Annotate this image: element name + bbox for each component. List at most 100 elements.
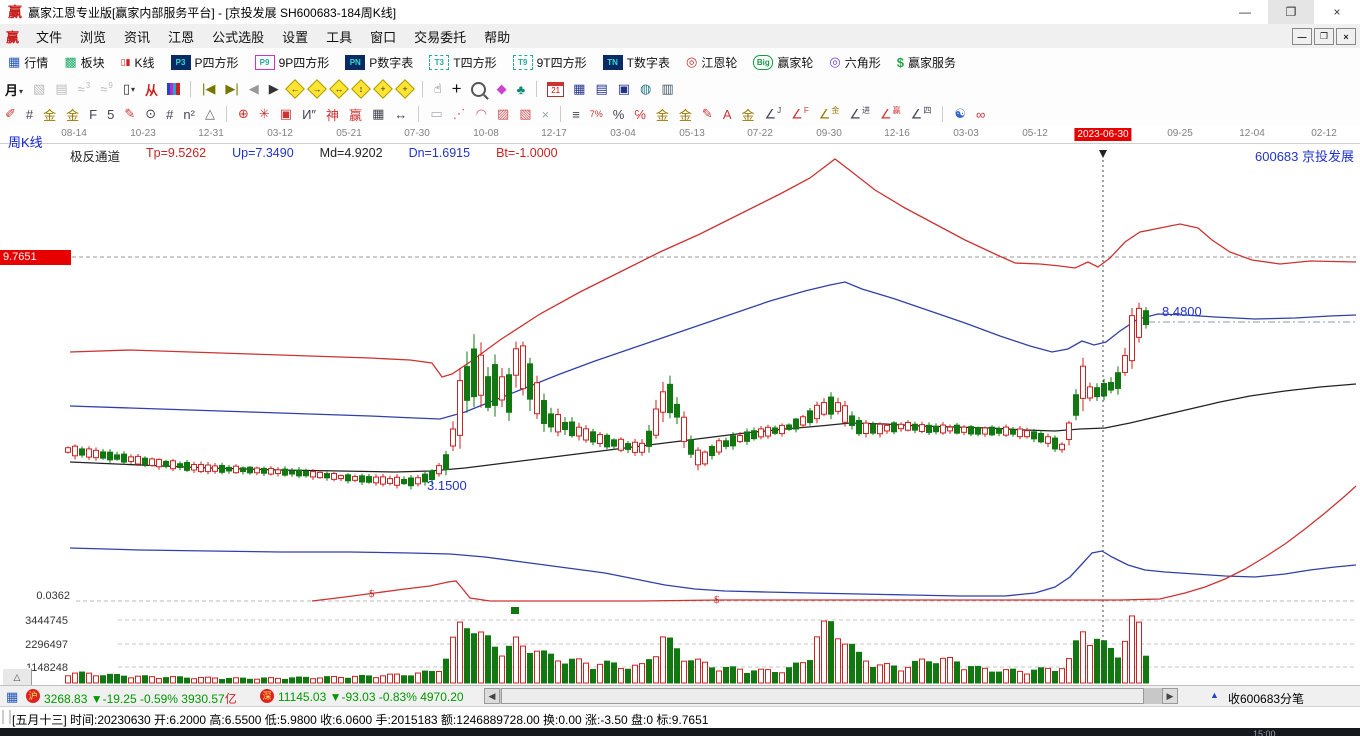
toolbar-quotes[interactable]: ▦ 行情	[0, 54, 56, 71]
menu-file[interactable]: 文件	[27, 24, 71, 49]
fan-lines-icon[interactable]: ⋰	[453, 106, 466, 122]
grid-red2-icon[interactable]: ▧	[519, 106, 531, 122]
angle-mirror-icon[interactable]: △	[205, 106, 215, 122]
gann-grid1-icon[interactable]: #	[26, 107, 33, 122]
crosshair-icon[interactable]: +	[452, 79, 462, 99]
jump-vertical-icon[interactable]: ↕	[350, 79, 371, 99]
child-minimize-button[interactable]: —	[1292, 28, 1312, 45]
spiral-icon[interactable]: 5	[107, 107, 114, 122]
minimize-button[interactable]: —	[1222, 0, 1268, 24]
knot-icon[interactable]: ♣	[517, 82, 526, 97]
toolbar-kline[interactable]: ▯▮ K线	[113, 54, 163, 71]
chart9-icon[interactable]: ≈9	[100, 81, 113, 96]
fan2-icon[interactable]: ×	[542, 107, 550, 122]
menu-tools[interactable]: 工具	[317, 24, 361, 49]
menu-help[interactable]: 帮助	[475, 24, 519, 49]
a-tool-icon[interactable]: A	[723, 107, 732, 122]
calendar-icon[interactable]: 21	[547, 81, 565, 97]
menu-gann[interactable]: 江恩	[159, 24, 203, 49]
gold-circle-icon[interactable]: 金	[656, 105, 669, 124]
win-icon[interactable]: 赢	[349, 105, 362, 124]
save-icon[interactable]: ▣	[618, 81, 630, 97]
quote-grid-icon[interactable]: ▦	[6, 689, 18, 705]
star-rays-icon[interactable]: ✳	[259, 106, 270, 122]
yinyang-icon[interactable]: ☯	[954, 106, 966, 122]
toolbar-t-number-table[interactable]: TN T数字表	[595, 54, 678, 71]
nav-next-icon[interactable]: ▶	[269, 81, 279, 97]
shen-icon[interactable]: 神	[326, 105, 339, 124]
toolbar-t-square[interactable]: T3 T四方形	[421, 54, 504, 71]
gold-levels-icon[interactable]: 金	[741, 105, 754, 124]
toolbar-winner-service[interactable]: $ 赢家服务	[889, 54, 964, 71]
jump-right-icon[interactable]: →	[306, 79, 327, 99]
color-chart-icon[interactable]	[167, 83, 180, 95]
hand-icon[interactable]: ☝	[434, 81, 442, 97]
square-n2-icon[interactable]: n²	[183, 107, 195, 122]
arc-icon[interactable]: ◠	[476, 106, 487, 122]
toolbar-9p-square[interactable]: P9 9P四方形	[247, 54, 338, 71]
gold-line-icon[interactable]: 金	[679, 105, 692, 124]
export-icon[interactable]: ◍	[640, 81, 651, 97]
pattern-icon[interactable]: ▧	[33, 81, 45, 97]
draw-pen-icon[interactable]: ✎	[124, 106, 135, 122]
gann-compass-icon[interactable]: ⊕	[238, 106, 249, 122]
jump-center-icon[interactable]: +	[372, 79, 393, 99]
gold-grid1-icon[interactable]: 金	[43, 105, 56, 124]
jump-all-icon[interactable]: +	[394, 79, 415, 99]
angle-gold-icon[interactable]: ∠金	[819, 105, 840, 122]
toolbar-sectors[interactable]: ▩ 板块	[56, 54, 112, 71]
ruler-grid-icon[interactable]: ▦	[372, 106, 384, 122]
print-icon[interactable]: ▥	[661, 81, 673, 97]
zoom-icon[interactable]	[470, 81, 486, 97]
draw-brush-icon[interactable]: ✐	[5, 106, 16, 122]
calculator-icon[interactable]: ▦	[573, 81, 585, 97]
marker-icon[interactable]: ◆	[497, 81, 507, 97]
period-month-icon[interactable]: 月▾	[5, 80, 23, 99]
menu-window[interactable]: 窗口	[361, 24, 405, 49]
infinity-icon[interactable]: ∞	[976, 107, 985, 122]
square-box-icon[interactable]: ▣	[280, 106, 292, 122]
child-restore-button[interactable]: ❐	[1314, 28, 1334, 45]
scroll-left-button[interactable]: ◀	[484, 688, 500, 704]
percent-icon[interactable]: %	[613, 107, 625, 122]
menu-formula-pick[interactable]: 公式选股	[203, 24, 273, 49]
tick-feed-label[interactable]: 收600683分笔	[1228, 690, 1304, 707]
toolbar-p-square[interactable]: P3 P四方形	[163, 54, 247, 71]
restore-button[interactable]: ❐	[1268, 0, 1314, 24]
fib-grid-icon[interactable]: F	[89, 107, 97, 122]
scroll-right-button[interactable]: ▶	[1162, 688, 1178, 704]
frame-icon[interactable]: ▭	[430, 106, 442, 122]
toolbar-gann-wheel[interactable]: ◎ 江恩轮	[678, 54, 745, 71]
menu-browse[interactable]: 浏览	[71, 24, 115, 49]
toolbar-9t-square[interactable]: T9 9T四方形	[505, 54, 595, 71]
nav-prev-icon[interactable]: ◀	[249, 81, 259, 97]
angle-win-icon[interactable]: ∠赢	[880, 105, 901, 122]
chart-canvas[interactable]: 3444745 2296497 1148248 0.0362 $ $8.4800 3.150…	[0, 126, 1360, 685]
chart3-icon[interactable]: ≈3	[78, 81, 91, 96]
dual-kline-icon[interactable]: 从	[145, 80, 158, 99]
ink-icon[interactable]: ✎	[702, 106, 713, 122]
child-close-button[interactable]: ×	[1336, 28, 1356, 45]
angle-f-icon[interactable]: ∠F	[791, 106, 809, 122]
candle-style-icon[interactable]: ▯▾	[123, 81, 135, 97]
toolbar-p-number-table[interactable]: PN P数字表	[337, 54, 421, 71]
clipboard-icon[interactable]: ▤	[55, 81, 67, 97]
scrollbar-thumb[interactable]	[501, 688, 1144, 704]
angle-j-icon[interactable]: ∠J	[765, 106, 782, 122]
price-ruler-icon[interactable]: ≡	[572, 107, 580, 122]
jump-horizontal-icon[interactable]: ↔	[328, 79, 349, 99]
percent7-icon[interactable]: 7%	[590, 109, 603, 119]
toolbar-winner-wheel[interactable]: Big 赢家轮	[745, 54, 821, 71]
memo-icon[interactable]: ▤	[595, 81, 607, 97]
gann-grid2-icon[interactable]: #	[166, 107, 173, 122]
h-measure-icon[interactable]: ↔	[394, 107, 407, 122]
close-button[interactable]: ×	[1314, 0, 1360, 24]
menu-settings[interactable]: 设置	[273, 24, 317, 49]
grid-red1-icon[interactable]: ▨	[497, 106, 509, 122]
nav-first-icon[interactable]: |◀	[202, 81, 215, 97]
angle-four-icon[interactable]: ∠四	[911, 105, 932, 122]
nav-last-icon[interactable]: ▶|	[225, 81, 238, 97]
gold-grid2-icon[interactable]: 金	[66, 105, 79, 124]
time-cycle-icon[interactable]: ⊙	[145, 106, 156, 122]
angle-jin-icon[interactable]: ∠进	[849, 105, 870, 122]
